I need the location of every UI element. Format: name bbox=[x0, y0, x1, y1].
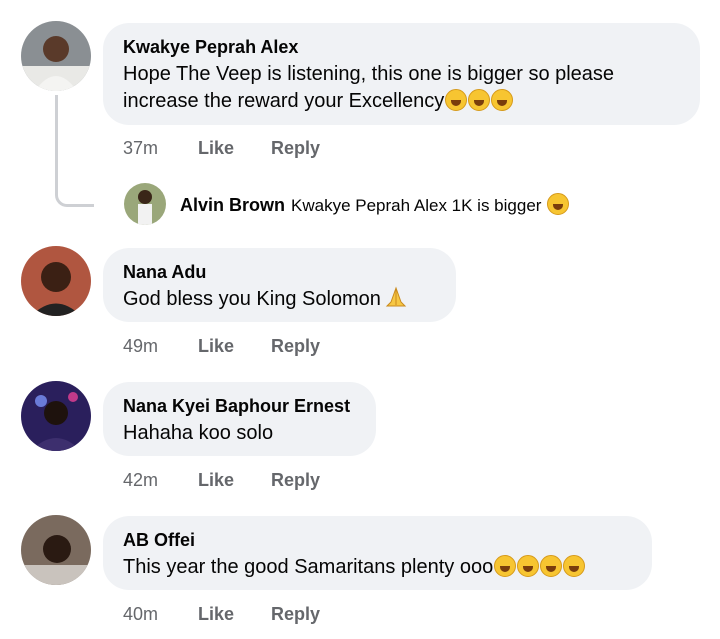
rolling-laughing-emoji-icon bbox=[468, 89, 491, 111]
comment-bubble: Kwakye Peprah Alex Hope The Veep is list… bbox=[103, 23, 700, 125]
avatar[interactable] bbox=[21, 246, 91, 316]
grinning-squinting-emoji-icon bbox=[517, 555, 540, 577]
grinning-squinting-emoji-icon bbox=[540, 555, 563, 577]
comment-bubble: Nana Adu God bless you King Solomon bbox=[103, 248, 456, 322]
grinning-squinting-emoji-icon bbox=[563, 555, 586, 577]
thread-line bbox=[55, 95, 94, 207]
reply-button[interactable]: Reply bbox=[271, 604, 320, 625]
reply-button[interactable]: Reply bbox=[271, 336, 320, 357]
comment-bubble: AB Offei This year the good Samaritans p… bbox=[103, 516, 652, 590]
grinning-squinting-emoji-icon bbox=[547, 193, 570, 215]
comment-time[interactable]: 40m bbox=[123, 604, 198, 625]
commenter-name[interactable]: Nana Kyei Baphour Ernest bbox=[123, 395, 356, 417]
like-button[interactable]: Like bbox=[198, 470, 271, 491]
comment-actions: 42m Like Reply bbox=[123, 470, 320, 491]
comment-text: Hope The Veep is listening, this one is … bbox=[123, 61, 680, 115]
like-button[interactable]: Like bbox=[198, 604, 271, 625]
comment-time[interactable]: 37m bbox=[123, 138, 198, 159]
comment-text-line-content: increase the reward your Excellency bbox=[123, 90, 445, 112]
rolling-laughing-emoji-icon bbox=[491, 89, 514, 111]
commenter-name[interactable]: Kwakye Peprah Alex bbox=[123, 36, 680, 58]
folded-hands-emoji-icon bbox=[385, 286, 407, 316]
comment-text: This year the good Samaritans plenty ooo bbox=[123, 554, 632, 581]
comment-text-line: increase the reward your Excellency bbox=[123, 88, 680, 115]
comment-text-content: This year the good Samaritans plenty ooo bbox=[123, 556, 494, 578]
avatar[interactable] bbox=[124, 183, 166, 225]
comment-actions: 49m Like Reply bbox=[123, 336, 320, 357]
grinning-squinting-emoji-icon bbox=[494, 555, 517, 577]
reply-button[interactable]: Reply bbox=[271, 138, 320, 159]
comment-actions: 37m Like Reply bbox=[123, 138, 320, 159]
reply-author-name[interactable]: Alvin Brown bbox=[180, 195, 285, 215]
comment-text-line: Hope The Veep is listening, this one is … bbox=[123, 63, 615, 85]
comment-text-content: God bless you King Solomon bbox=[123, 288, 381, 310]
commenter-name[interactable]: AB Offei bbox=[123, 529, 632, 551]
comment-time[interactable]: 49m bbox=[123, 336, 198, 357]
reply-row: Alvin Brown Kwakye Peprah Alex 1K is bigg… bbox=[180, 193, 570, 216]
comment-actions: 40m Like Reply bbox=[123, 604, 320, 625]
comment-text: God bless you King Solomon bbox=[123, 286, 436, 316]
like-button[interactable]: Like bbox=[198, 138, 271, 159]
avatar[interactable] bbox=[21, 515, 91, 585]
commenter-name[interactable]: Nana Adu bbox=[123, 261, 436, 283]
like-button[interactable]: Like bbox=[198, 336, 271, 357]
comment-bubble: Nana Kyei Baphour Ernest Hahaha koo solo bbox=[103, 382, 376, 456]
comment-time[interactable]: 42m bbox=[123, 470, 198, 491]
comment-text: Hahaha koo solo bbox=[123, 422, 274, 444]
reply-text[interactable]: Kwakye Peprah Alex 1K is bigger bbox=[291, 196, 541, 215]
avatar[interactable] bbox=[21, 21, 91, 91]
rolling-laughing-emoji-icon bbox=[445, 89, 468, 111]
avatar[interactable] bbox=[21, 381, 91, 451]
reply-button[interactable]: Reply bbox=[271, 470, 320, 491]
